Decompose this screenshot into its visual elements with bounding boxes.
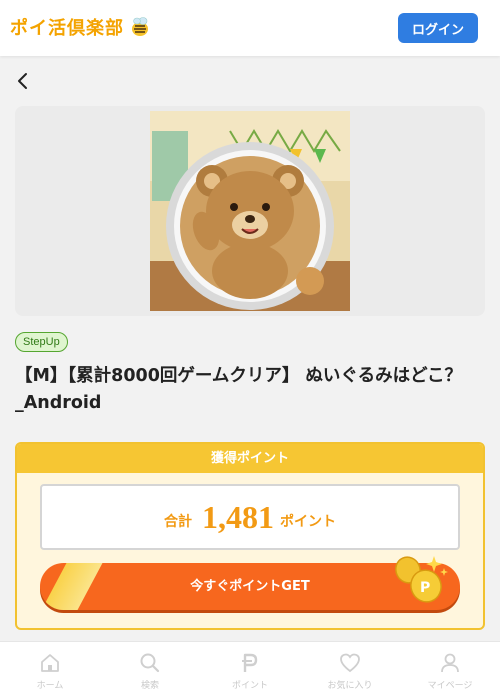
points-panel-header: 獲得ポイント [17, 444, 483, 473]
nav-search[interactable]: 検索 [100, 642, 200, 700]
points-total-label: 合計 [164, 514, 192, 530]
nav-search-label: 検索 [140, 681, 159, 691]
home-icon [41, 654, 59, 672]
logo-text: ポイ活倶楽部 [10, 18, 124, 39]
nav-points[interactable]: ポイント [200, 642, 300, 700]
page: ポイ活倶楽部 ログイン StepUp 【M】【累計8000回ゲームクリア】 ぬい… [0, 0, 500, 700]
chevron-left-icon [18, 73, 27, 89]
nav-points-label: ポイント [231, 681, 268, 691]
nav-home-label: ホーム [36, 681, 64, 691]
nav-favorites[interactable]: お気に入り [300, 642, 400, 700]
nav-favorites-label: お気に入り [327, 681, 373, 691]
points-value: 1,481 [202, 498, 274, 535]
back-button[interactable] [14, 70, 34, 92]
teddy-bear-game-icon [150, 111, 350, 311]
points-total-box: 合計 1,481 ポイント [40, 484, 460, 550]
coins-icon: P [395, 556, 448, 603]
user-icon [441, 653, 459, 673]
top-header: ポイ活倶楽部 ログイン [0, 0, 500, 56]
nav-mypage[interactable]: マイページ [400, 642, 500, 700]
points-icon [242, 653, 258, 672]
site-logo[interactable]: ポイ活倶楽部 [10, 14, 152, 40]
svg-text:P: P [420, 580, 430, 596]
offer-hero [15, 106, 485, 316]
login-button[interactable]: ログイン [398, 13, 478, 43]
points-unit: ポイント [280, 514, 336, 530]
offer-title: 【M】【累計8000回ゲームクリア】 ぬいぐるみはどこ？_Android [15, 366, 463, 413]
search-icon [140, 653, 160, 673]
nav-mypage-label: マイページ [427, 681, 473, 691]
stepup-badge: StepUp [15, 332, 68, 352]
nav-home[interactable]: ホーム [0, 642, 100, 700]
bottom-navigation: ホーム 検索 ポイント お気に入り マイページ [0, 641, 500, 700]
bee-logo-icon [132, 17, 148, 36]
heart-icon [340, 653, 360, 673]
